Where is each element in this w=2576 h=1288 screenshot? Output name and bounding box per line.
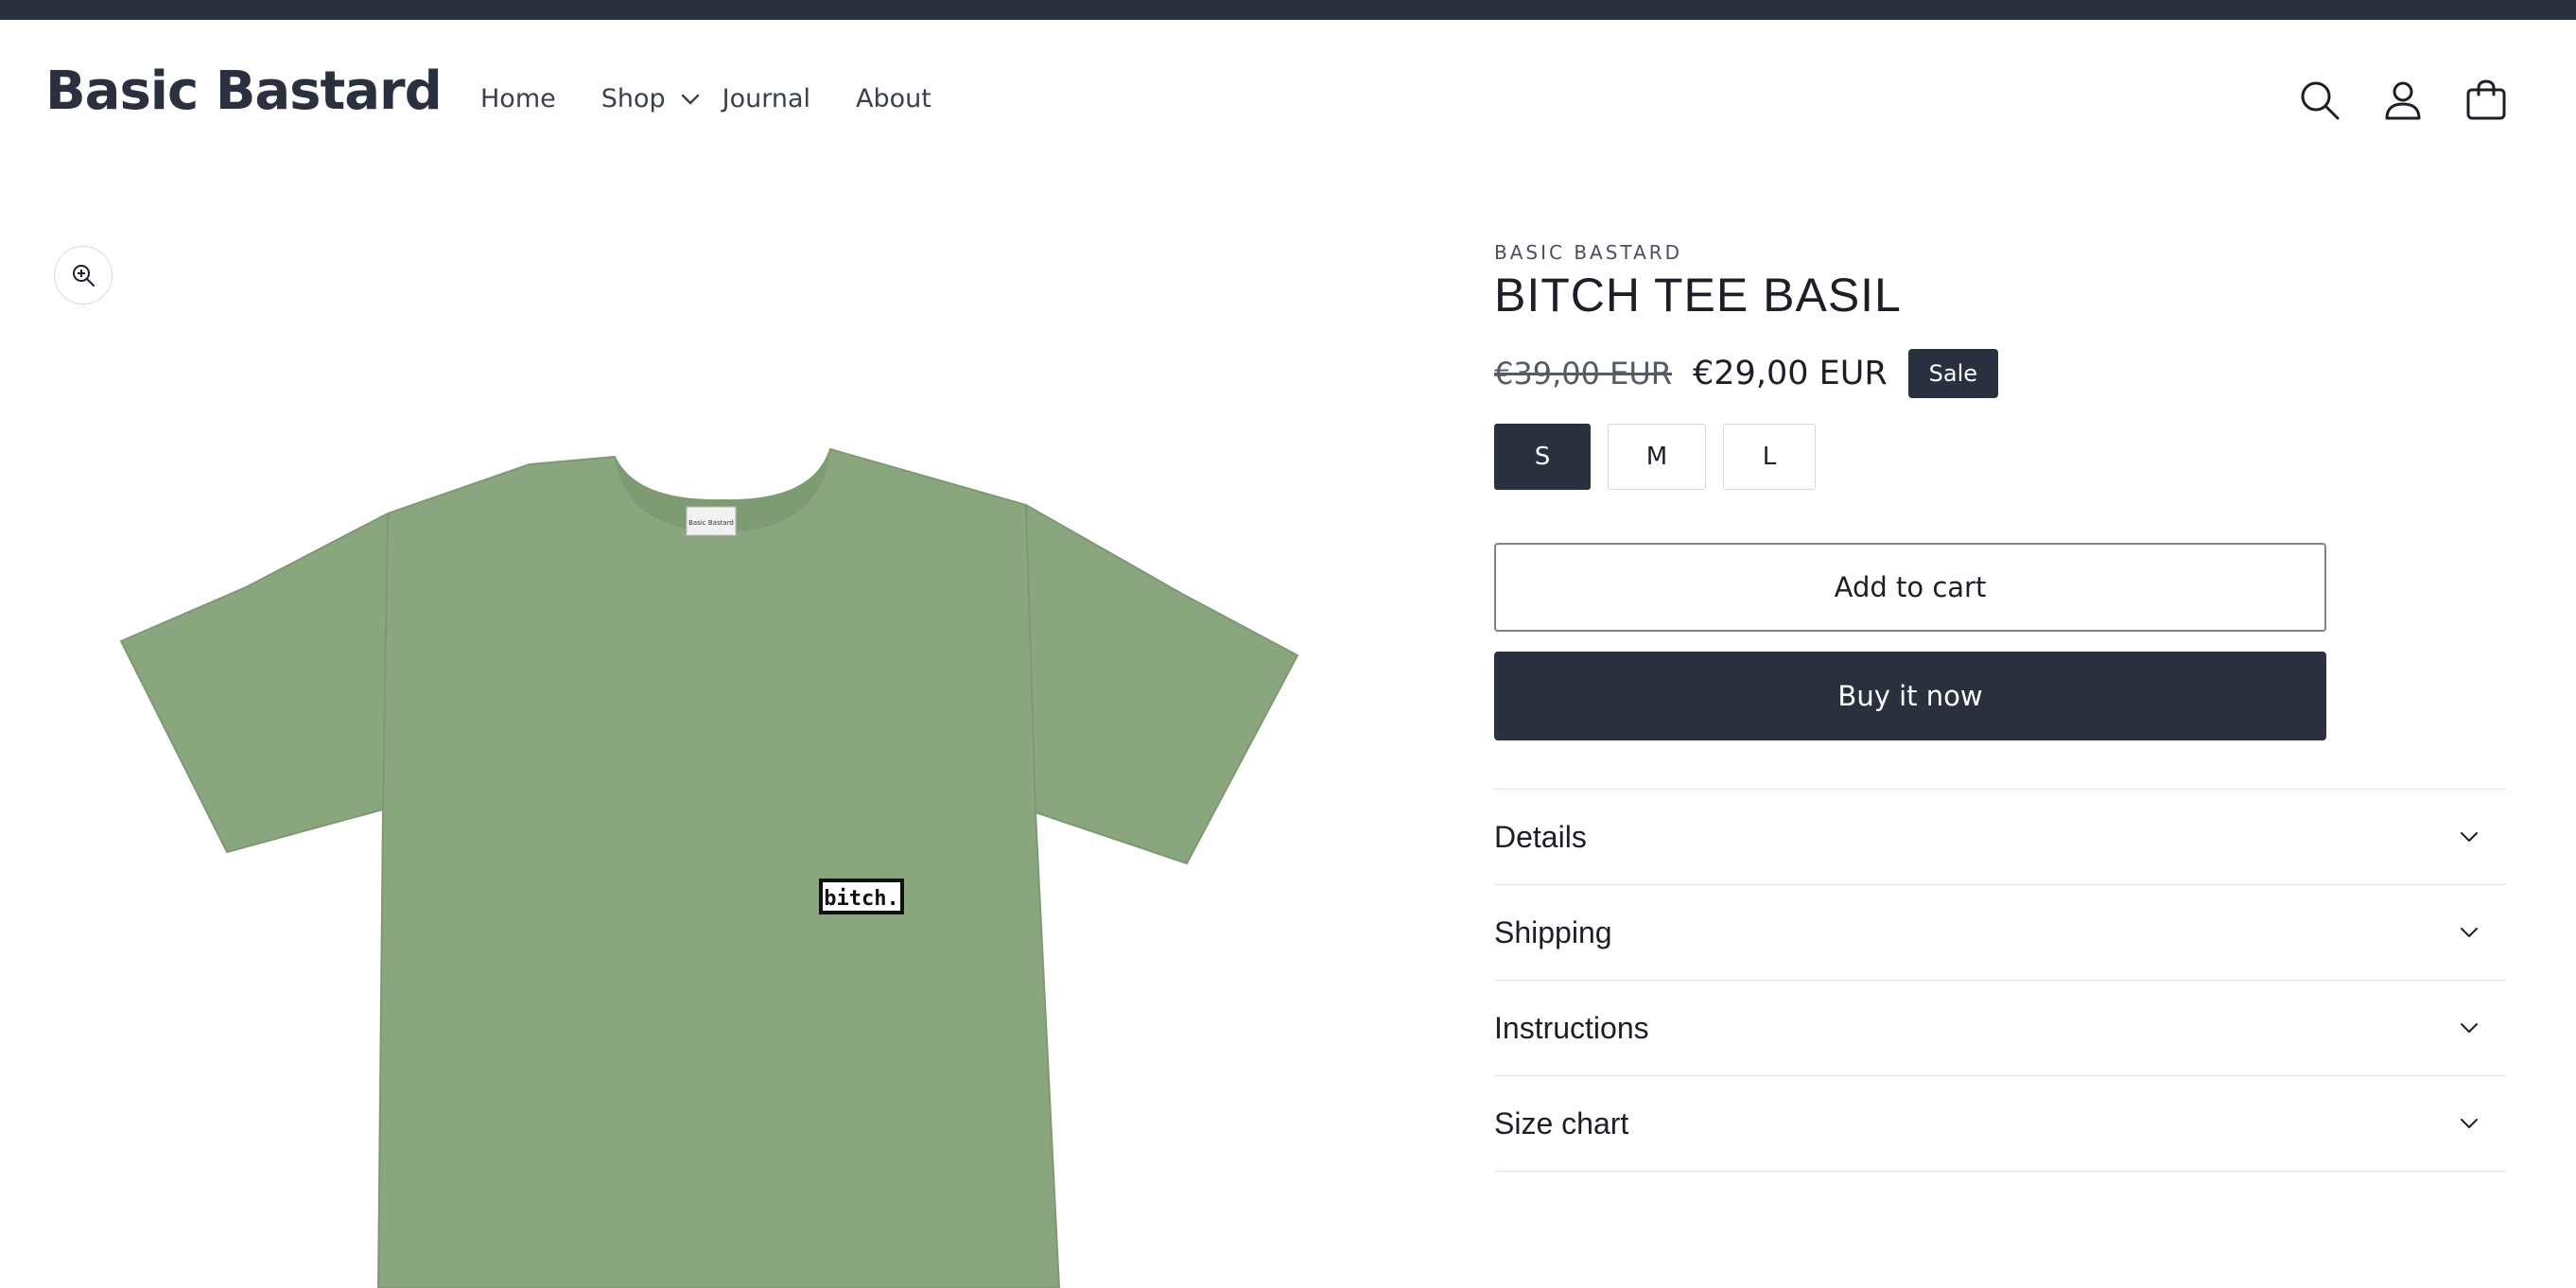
- accordion-size-chart[interactable]: Size chart: [1494, 1076, 2506, 1172]
- product-vendor: BASIC BASTARD: [1494, 241, 1683, 264]
- search-icon[interactable]: [2298, 78, 2341, 122]
- accordion-instructions[interactable]: Instructions: [1494, 981, 2506, 1076]
- size-option-label: M: [1645, 443, 1668, 471]
- price-row: €39,00 EUR €29,00 EUR Sale: [1494, 349, 1999, 398]
- size-selector: S M L: [1494, 424, 1833, 490]
- nav-journal-label: Journal: [722, 84, 811, 113]
- product-accordion: Details Shipping Instructions Size chart: [1494, 789, 2506, 1172]
- chevron-down-icon: [2461, 1023, 2478, 1033]
- price-sale: €29,00 EUR: [1693, 355, 1888, 392]
- main-nav: Home Shop Journal About: [480, 84, 977, 113]
- add-to-cart-label: Add to cart: [1834, 571, 1987, 603]
- price-original: €39,00 EUR: [1494, 356, 1673, 392]
- buy-now-label: Buy it now: [1837, 680, 1983, 712]
- product-media: Basic Bastard bitch.: [0, 181, 1400, 1288]
- zoom-in-icon: [73, 265, 95, 287]
- nav-home-label: Home: [480, 84, 556, 113]
- product-image-tshirt[interactable]: Basic Bastard bitch.: [0, 181, 1400, 1288]
- size-option-l[interactable]: L: [1723, 424, 1816, 490]
- chevron-down-icon: [681, 94, 699, 104]
- zoom-button[interactable]: [54, 246, 113, 305]
- store-logo[interactable]: Basic Bastard: [45, 65, 443, 118]
- announcement-bar: [0, 0, 2576, 20]
- nav-about-label: About: [856, 84, 931, 113]
- nav-shop-label: Shop: [600, 84, 666, 113]
- account-icon[interactable]: [2381, 78, 2425, 122]
- nav-about[interactable]: About: [856, 84, 931, 113]
- size-option-label: L: [1762, 443, 1777, 471]
- sale-badge: Sale: [1907, 349, 1999, 398]
- chevron-down-icon: [2461, 928, 2478, 937]
- size-option-s[interactable]: S: [1494, 424, 1591, 490]
- accordion-shipping[interactable]: Shipping: [1494, 885, 2506, 981]
- size-option-label: S: [1534, 443, 1551, 471]
- add-to-cart-button[interactable]: Add to cart: [1494, 543, 2326, 632]
- accordion-label: Instructions: [1494, 1010, 1649, 1045]
- accordion-label: Size chart: [1494, 1105, 1629, 1140]
- accordion-details[interactable]: Details: [1494, 790, 2506, 885]
- size-option-m[interactable]: M: [1608, 424, 1706, 490]
- accordion-label: Shipping: [1494, 914, 1612, 949]
- site-header: Basic Bastard Home Shop Journal About: [0, 20, 2576, 181]
- buy-now-button[interactable]: Buy it now: [1494, 652, 2326, 740]
- accordion-label: Details: [1494, 819, 1587, 854]
- chevron-down-icon: [2461, 1119, 2478, 1128]
- chest-patch-text: bitch.: [824, 887, 898, 911]
- chevron-down-icon: [2461, 832, 2478, 842]
- product-title: BITCH TEE BASIL: [1494, 269, 1902, 322]
- nav-journal[interactable]: Journal: [722, 84, 810, 113]
- nav-shop[interactable]: Shop: [601, 84, 700, 113]
- nav-home[interactable]: Home: [480, 84, 556, 113]
- cart-icon[interactable]: [2464, 78, 2508, 122]
- neck-label-text: Basic Bastard: [688, 519, 734, 527]
